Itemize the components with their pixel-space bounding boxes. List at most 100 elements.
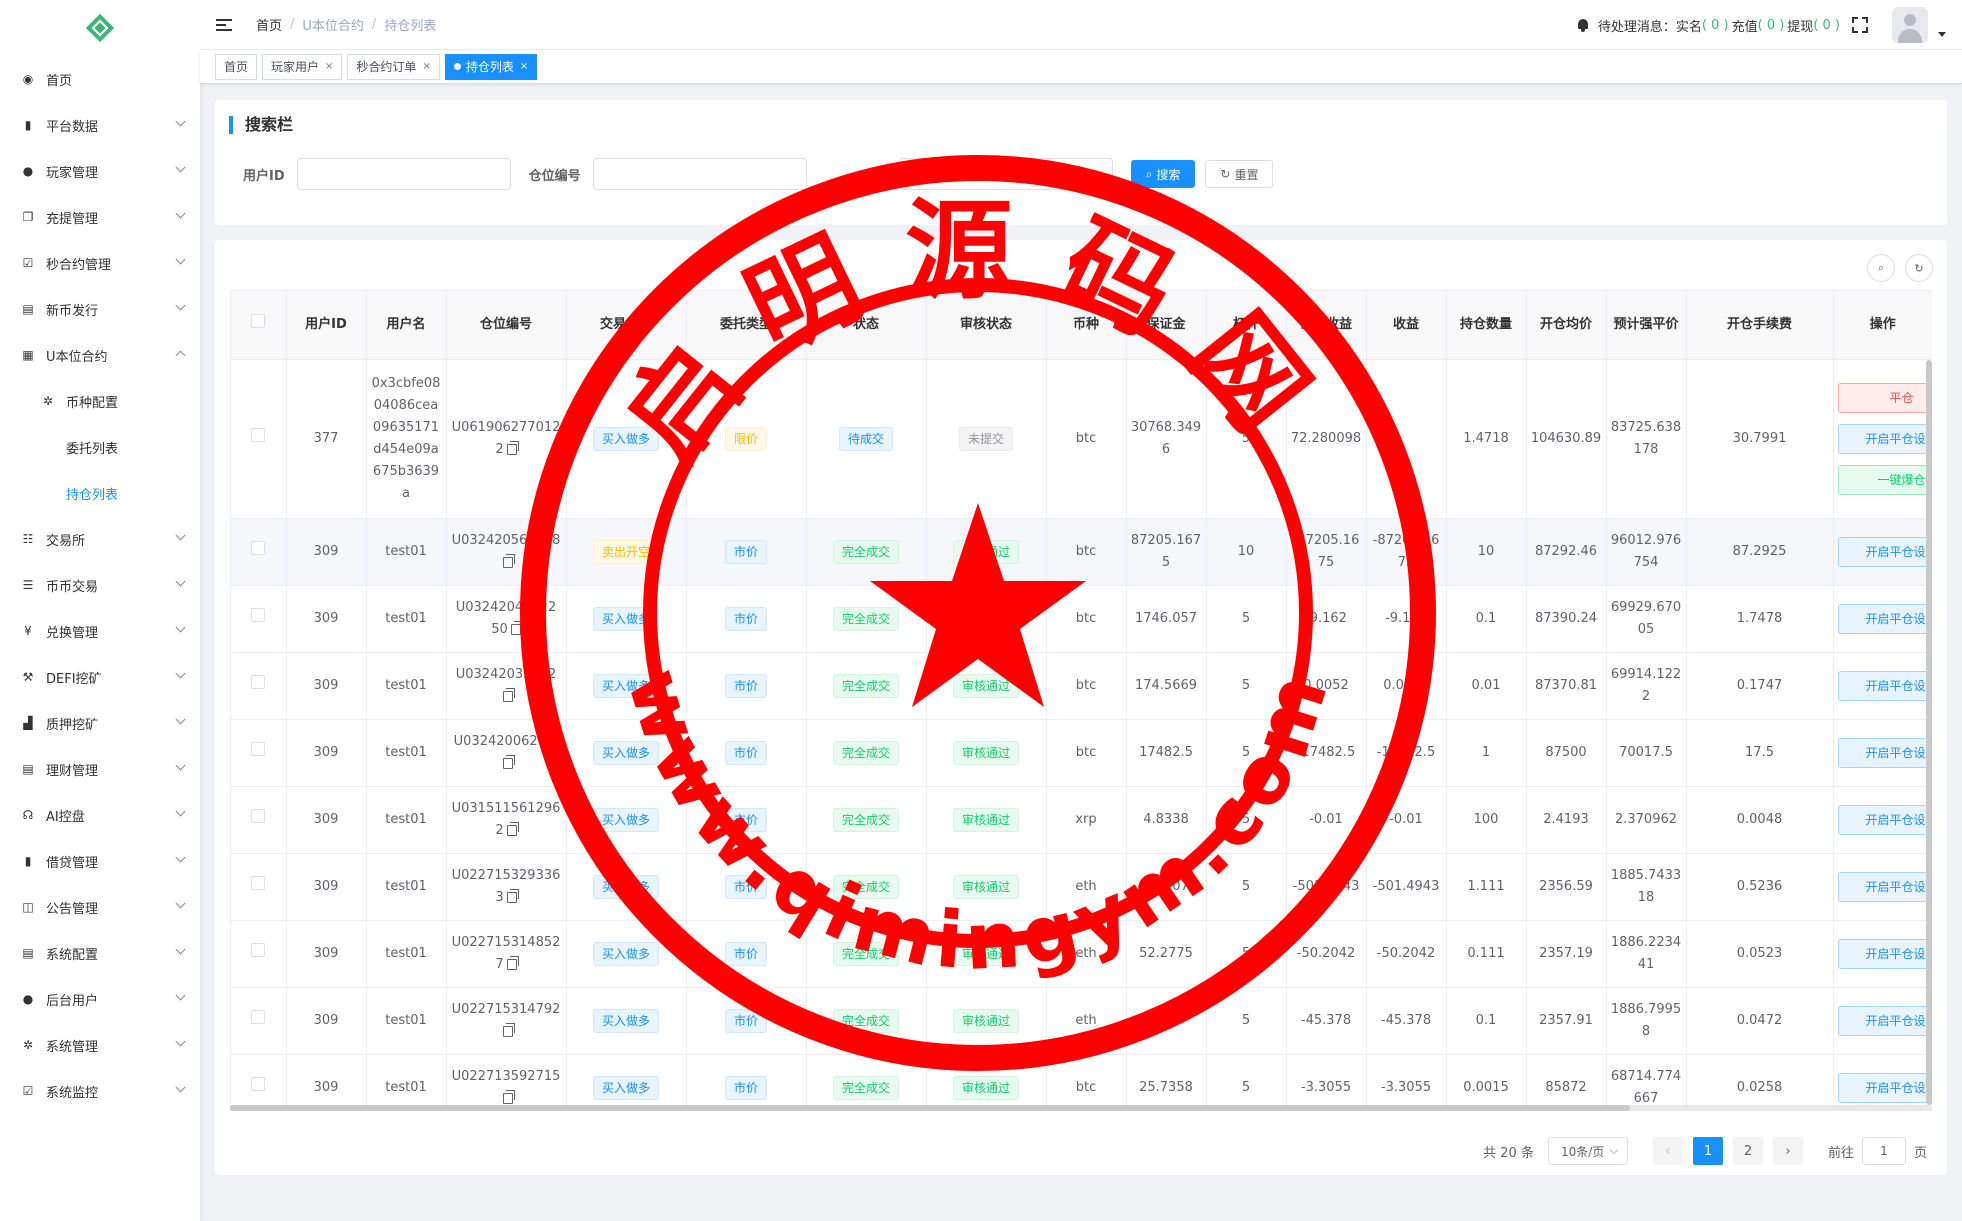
sidebar-item-19[interactable]: ▤ 系统配置 <box>0 930 200 976</box>
horizontal-scrollbar[interactable] <box>230 1105 1932 1111</box>
sidebar-item-13[interactable]: ⚒ DEFI挖矿 <box>0 654 200 700</box>
row-checkbox[interactable] <box>251 741 266 756</box>
user-id-input[interactable] <box>296 158 511 190</box>
sidebar-item-17[interactable]: ▮ 借贷管理 <box>0 838 200 884</box>
close-setting-button[interactable]: 开启平仓设置 <box>1837 603 1932 634</box>
reset-button[interactable]: ↻ 重置 <box>1205 160 1274 188</box>
row-checkbox[interactable] <box>251 607 266 622</box>
close-setting-button[interactable]: 开启平仓设置 <box>1837 1072 1932 1103</box>
position-no-input[interactable] <box>592 158 807 190</box>
sidebar-item-6[interactable]: ▦ U本位合约 <box>0 332 200 378</box>
copy-icon[interactable] <box>502 1022 515 1037</box>
tag-0[interactable]: 首页 <box>215 53 258 80</box>
copy-icon[interactable] <box>506 440 519 455</box>
liquidate-button[interactable]: 一键爆仓 <box>1837 464 1932 495</box>
close-icon[interactable]: × <box>520 55 528 79</box>
copy-icon[interactable] <box>502 687 515 702</box>
sidebar-item-16[interactable]: ☊ AI控盘 <box>0 792 200 838</box>
copy-icon[interactable] <box>506 821 519 836</box>
close-setting-button[interactable]: 开启平仓设置 <box>1837 423 1932 454</box>
sidebar-item-21[interactable]: ✲ 系统管理 <box>0 1022 200 1068</box>
sidebar-item-4[interactable]: ☑ 秒合约管理 <box>0 240 200 286</box>
sidebar-item-3[interactable]: ❐ 充提管理 <box>0 194 200 240</box>
sidebar-item-5[interactable]: ▤ 新币发行 <box>0 286 200 332</box>
avatar[interactable] <box>1892 7 1928 43</box>
sidebar-item-7[interactable]: ✲ 币种配置 <box>0 378 200 424</box>
toggle-search-icon[interactable]: ⌕ <box>1867 254 1895 282</box>
tag-2[interactable]: 秒合约订单 × <box>347 53 440 80</box>
withdraw-count[interactable]: ( 0 ) <box>1813 18 1840 33</box>
copy-icon[interactable] <box>502 553 515 568</box>
row-checkbox[interactable] <box>251 427 266 442</box>
row-checkbox[interactable] <box>251 942 266 957</box>
sidebar-item-11[interactable]: ☰ 币币交易 <box>0 562 200 608</box>
close-icon[interactable]: × <box>325 55 333 79</box>
chevron-down-icon <box>175 852 186 863</box>
trade-type-badge: 买入做多 <box>592 941 659 966</box>
sidebar-item-9[interactable]: 持仓列表 <box>0 470 200 516</box>
copy-icon[interactable] <box>506 888 519 903</box>
row-checkbox[interactable] <box>251 1076 266 1091</box>
recharge-count[interactable]: ( 0 ) <box>1758 18 1785 33</box>
user-id-label: 用户ID <box>243 168 285 184</box>
row-checkbox[interactable] <box>251 875 266 890</box>
sidebar-item-2[interactable]: ● 玩家管理 <box>0 148 200 194</box>
sidebar-item-15[interactable]: ▤ 理财管理 <box>0 746 200 792</box>
sidebar-item-0[interactable]: ◉ 首页 <box>0 56 200 102</box>
column-header: 操作 <box>1833 291 1932 360</box>
row-checkbox[interactable] <box>251 674 266 689</box>
hamburger-icon[interactable] <box>216 18 232 31</box>
close-setting-button[interactable]: 开启平仓设置 <box>1837 804 1932 835</box>
withdraw-label[interactable]: 提现 <box>1787 16 1813 35</box>
close-icon[interactable]: × <box>422 55 430 79</box>
sidebar-item-12[interactable]: ¥ 兑换管理 <box>0 608 200 654</box>
row-checkbox[interactable] <box>251 1009 266 1024</box>
sidebar-item-14[interactable]: ▟ 质押挖矿 <box>0 700 200 746</box>
status-badge: 完全成交 <box>832 807 899 832</box>
tag-3[interactable]: 持仓列表 × <box>444 53 538 80</box>
bell-icon[interactable] <box>1576 18 1590 32</box>
search-button[interactable]: ⌕ 搜索 <box>1130 160 1196 188</box>
sidebar-item-18[interactable]: ◫ 公告管理 <box>0 884 200 930</box>
select-all-checkbox[interactable] <box>251 313 266 328</box>
prev-page-button[interactable]: ‹ <box>1652 1137 1683 1165</box>
list-check-icon: ☷ <box>22 532 34 546</box>
vertical-scrollbar[interactable] <box>1926 360 1932 1105</box>
copy-icon[interactable] <box>510 620 523 635</box>
page-1-button[interactable]: 1 <box>1692 1137 1723 1165</box>
sidebar-item-1[interactable]: ▮ 平台数据 <box>0 102 200 148</box>
copy-icon[interactable] <box>506 955 519 970</box>
close-setting-button[interactable]: 开启平仓设置 <box>1837 536 1932 567</box>
row-checkbox[interactable] <box>251 808 266 823</box>
realname-count[interactable]: ( 0 ) <box>1702 18 1729 33</box>
actions-cell: 开启平仓设置 <box>1833 719 1932 787</box>
caret-down-icon[interactable] <box>1938 31 1946 37</box>
logo[interactable] <box>0 0 200 56</box>
fullscreen-icon[interactable] <box>1852 17 1868 33</box>
breadcrumb-home[interactable]: 首页 <box>256 15 282 34</box>
type-select[interactable]: 请选择 <box>898 158 1113 190</box>
breadcrumb-contract[interactable]: U本位合约 <box>302 15 364 34</box>
copy-icon[interactable] <box>502 754 515 769</box>
recharge-label[interactable]: 充值 <box>1732 16 1758 35</box>
next-page-button[interactable]: › <box>1772 1137 1803 1165</box>
column-header: 开仓均价 <box>1526 291 1607 360</box>
sidebar-item-22[interactable]: ☑ 系统监控 <box>0 1068 200 1114</box>
row-checkbox[interactable] <box>251 540 266 555</box>
copy-icon[interactable] <box>502 1089 515 1104</box>
close-position-button[interactable]: 平仓 <box>1837 382 1932 413</box>
tag-1[interactable]: 玩家用户 × <box>262 53 343 80</box>
sidebar-item-10[interactable]: ☷ 交易所 <box>0 516 200 562</box>
sidebar-item-8[interactable]: 委托列表 <box>0 424 200 470</box>
sidebar-item-20[interactable]: ● 后台用户 <box>0 976 200 1022</box>
goto-page-input[interactable]: 1 <box>1861 1137 1906 1165</box>
refresh-table-icon[interactable]: ↻ <box>1905 254 1933 282</box>
close-setting-button[interactable]: 开启平仓设置 <box>1837 1005 1932 1036</box>
close-setting-button[interactable]: 开启平仓设置 <box>1837 670 1932 701</box>
realname-label[interactable]: 实名 <box>1676 16 1702 35</box>
close-setting-button[interactable]: 开启平仓设置 <box>1837 871 1932 902</box>
close-setting-button[interactable]: 开启平仓设置 <box>1837 737 1932 768</box>
page-2-button[interactable]: 2 <box>1732 1137 1763 1165</box>
page-size-select[interactable]: 10条/页 <box>1547 1137 1628 1165</box>
close-setting-button[interactable]: 开启平仓设置 <box>1837 938 1932 969</box>
